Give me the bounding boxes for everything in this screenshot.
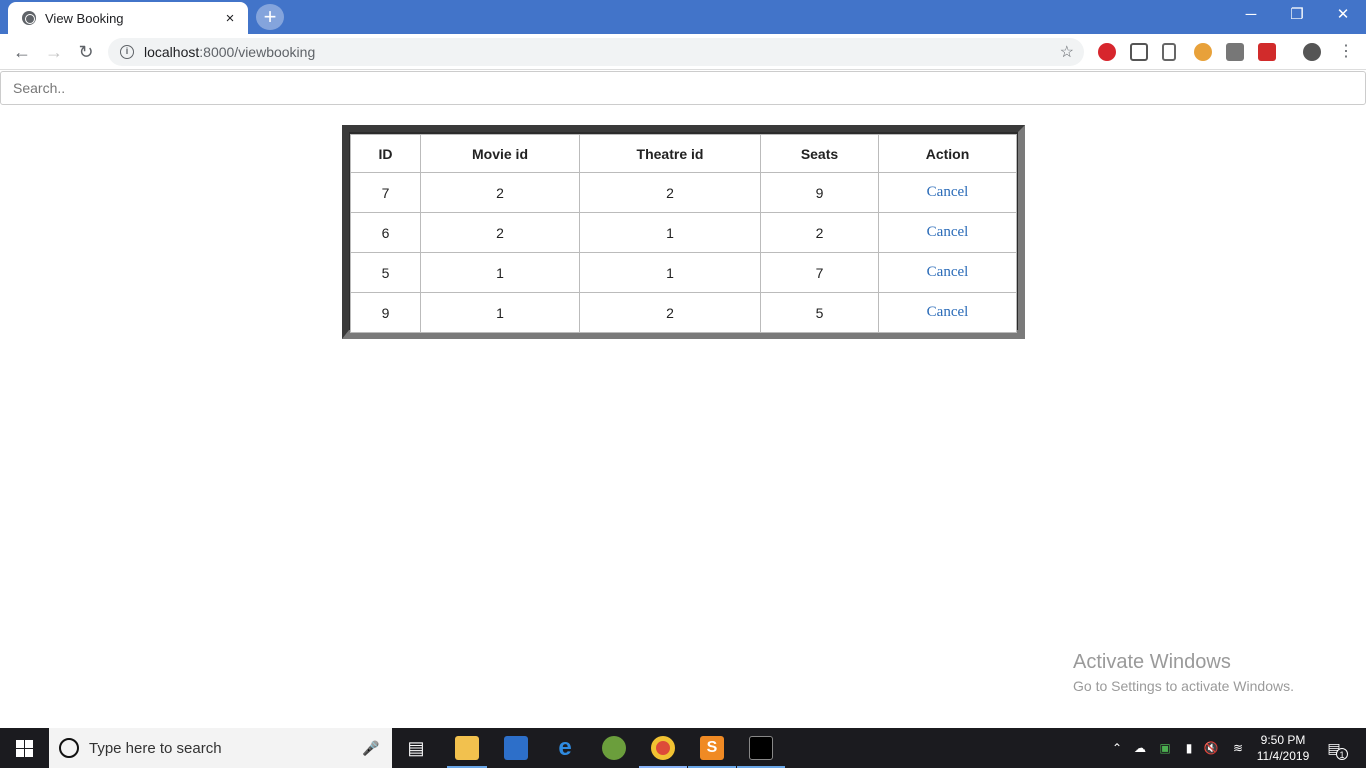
cancel-link[interactable]: Cancel [878, 172, 1017, 213]
cell-id: 5 [350, 252, 421, 293]
reload-icon[interactable]: ↻ [74, 40, 98, 64]
table-row: 7 2 2 9 Cancel [350, 172, 1017, 213]
header-seats: Seats [760, 134, 879, 173]
cancel-link[interactable]: Cancel [878, 212, 1017, 253]
tab-title: View Booking [45, 10, 124, 26]
header-theatre-id: Theatre id [579, 134, 761, 173]
table-row: 9 1 2 5 Cancel [350, 292, 1017, 333]
clock-date: 11/4/2019 [1256, 749, 1310, 763]
battery-icon[interactable]: ▮ [1180, 728, 1198, 768]
sublime-text-icon[interactable]: S [700, 736, 724, 760]
taskbar-search[interactable]: Type here to search 🎤 [49, 728, 392, 768]
tab-close-icon[interactable]: × [222, 10, 238, 27]
watermark-subtitle: Go to Settings to activate Windows. [1073, 678, 1294, 694]
camera-extension-icon[interactable] [1226, 43, 1244, 61]
booking-table-frame: ID Movie id Theatre id Seats Action 7 2 … [342, 125, 1025, 339]
header-action: Action [878, 134, 1017, 173]
windows-start-icon[interactable] [0, 728, 48, 768]
cell-id: 9 [350, 292, 421, 333]
notification-badge: 1 [1336, 748, 1348, 760]
taskbar: Type here to search 🎤 ▤ e S ⌃ ☁ ▣ ▮ 🔇 ≋ … [0, 728, 1366, 768]
cell-theatre-id: 2 [579, 172, 761, 213]
header-id: ID [350, 134, 421, 173]
taskbar-clock[interactable]: 9:50 PM 11/4/2019 [1248, 732, 1318, 764]
show-hidden-icons-chevron-icon[interactable]: ⌃ [1108, 728, 1126, 768]
browser-titlebar: View Booking × + ─ ❐ ✕ [0, 0, 1366, 34]
pdf-extension-icon[interactable] [1258, 43, 1276, 61]
forward-icon[interactable]: → [42, 40, 66, 64]
owl-extension-icon[interactable] [1194, 43, 1212, 61]
cell-seats: 5 [760, 292, 879, 333]
url-path: :8000/viewbooking [199, 44, 316, 60]
cortana-icon [59, 738, 79, 758]
table-row: 6 2 1 2 Cancel [350, 212, 1017, 253]
cell-theatre-id: 2 [579, 292, 761, 333]
cell-id: 6 [350, 212, 421, 253]
back-icon[interactable]: ← [10, 40, 34, 64]
browser-toolbar: ← → ↻ i localhost:8000/viewbooking ☆ ⋮ [0, 34, 1366, 70]
clock-time: 9:50 PM [1260, 733, 1306, 747]
cell-movie-id: 1 [420, 252, 580, 293]
extension-icon[interactable] [1130, 43, 1148, 61]
booking-table: ID Movie id Theatre id Seats Action 7 2 … [350, 134, 1017, 333]
profile-avatar[interactable] [1303, 43, 1321, 61]
cell-theatre-id: 1 [579, 252, 761, 293]
onedrive-cloud-icon[interactable]: ☁ [1130, 728, 1150, 768]
microphone-icon[interactable]: 🎤 [362, 740, 392, 757]
bookmark-star-icon[interactable]: ☆ [1060, 42, 1074, 62]
app-tray-icon[interactable]: ▣ [1156, 728, 1174, 768]
globe-icon [22, 11, 36, 25]
cell-seats: 7 [760, 252, 879, 293]
url-host: localhost [144, 44, 200, 60]
menu-icon[interactable]: ⋮ [1334, 40, 1358, 64]
minimize-button[interactable]: ─ [1228, 0, 1274, 30]
cell-movie-id: 1 [420, 292, 580, 333]
wifi-icon[interactable]: ≋ [1228, 728, 1248, 768]
restore-button[interactable]: ❐ [1274, 0, 1320, 30]
table-header-row: ID Movie id Theatre id Seats Action [350, 134, 1017, 173]
header-movie-id: Movie id [420, 134, 580, 173]
cell-seats: 2 [760, 212, 879, 253]
cell-seats: 9 [760, 172, 879, 213]
new-tab-button[interactable]: + [256, 4, 284, 30]
activate-windows-watermark: Activate Windows Go to Settings to activ… [1073, 651, 1294, 694]
clipboard-extension-icon[interactable] [1162, 43, 1176, 61]
cell-movie-id: 2 [420, 212, 580, 253]
android-studio-icon[interactable] [602, 736, 626, 760]
address-bar[interactable]: i localhost:8000/viewbooking ☆ [108, 38, 1084, 66]
task-view-icon[interactable]: ▤ [404, 736, 428, 760]
adblock-extension-icon[interactable] [1098, 43, 1116, 61]
taskbar-search-placeholder: Type here to search [89, 739, 222, 757]
table-row: 5 1 1 7 Cancel [350, 252, 1017, 293]
command-prompt-icon[interactable] [749, 736, 773, 760]
cancel-link[interactable]: Cancel [878, 292, 1017, 333]
cell-theatre-id: 1 [579, 212, 761, 253]
file-explorer-icon[interactable] [455, 736, 479, 760]
chrome-icon[interactable] [651, 736, 675, 760]
search-input[interactable] [0, 71, 1366, 105]
volume-muted-icon[interactable]: 🔇 [1202, 728, 1220, 768]
close-window-button[interactable]: ✕ [1320, 0, 1366, 30]
cell-id: 7 [350, 172, 421, 213]
edge-icon[interactable]: e [553, 736, 577, 760]
store-icon[interactable] [504, 736, 528, 760]
watermark-title: Activate Windows [1073, 651, 1231, 673]
cell-movie-id: 2 [420, 172, 580, 213]
cancel-link[interactable]: Cancel [878, 252, 1017, 293]
info-icon[interactable]: i [120, 45, 134, 59]
browser-tab[interactable]: View Booking × [8, 2, 248, 34]
